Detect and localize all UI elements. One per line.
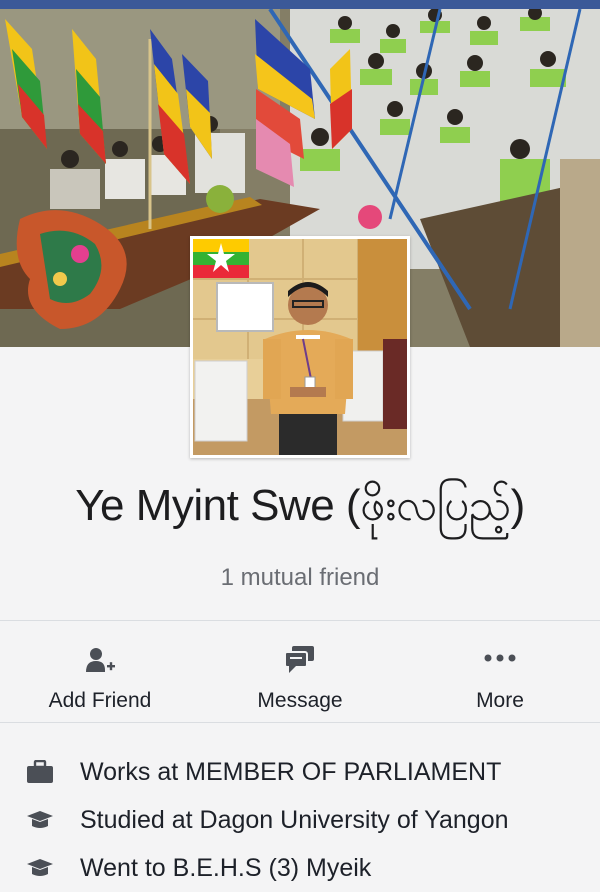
- message-icon: [200, 644, 400, 676]
- add-friend-button[interactable]: Add Friend: [0, 622, 200, 722]
- graduation-cap-icon: [26, 856, 54, 880]
- divider-bottom: [0, 722, 600, 723]
- add-friend-icon: [0, 644, 200, 676]
- intro-school-text: Went to B.E.H.S (3) Myeik: [80, 854, 372, 882]
- profile-name: Ye Myint Swe (ဖိုးလပြည့်): [75, 481, 525, 530]
- briefcase-icon: [26, 759, 54, 784]
- intro-work-text: Works at MEMBER OF PARLIAMENT: [80, 758, 502, 786]
- message-label: Message: [257, 689, 343, 712]
- profile-picture-image: [193, 239, 407, 455]
- graduation-cap-icon: [26, 808, 54, 832]
- add-friend-label: Add Friend: [48, 689, 152, 712]
- intro-item-university[interactable]: Studied at Dagon University of Yangon: [0, 796, 600, 844]
- intro-university-text: Studied at Dagon University of Yangon: [80, 806, 509, 834]
- message-button[interactable]: Message: [200, 622, 400, 722]
- more-dots-icon: [400, 644, 600, 676]
- more-label: More: [476, 689, 524, 712]
- top-navigation-strip: [0, 0, 600, 9]
- profile-picture[interactable]: [190, 236, 410, 458]
- more-button[interactable]: More: [400, 622, 600, 722]
- intro-item-school[interactable]: Went to B.E.H.S (3) Myeik: [0, 844, 600, 892]
- profile-actions: Add Friend Message More: [0, 622, 600, 722]
- divider-top: [0, 620, 600, 621]
- intro-item-work[interactable]: Works at MEMBER OF PARLIAMENT: [0, 748, 600, 796]
- mutual-friends-count[interactable]: 1 mutual friend: [0, 563, 600, 593]
